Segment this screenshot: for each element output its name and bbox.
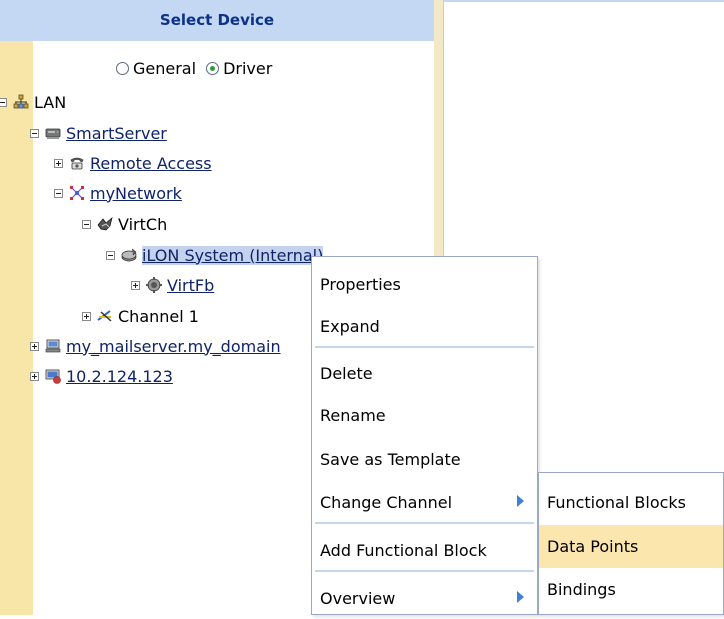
tree-node-smartserver: SmartServer bbox=[30, 121, 167, 145]
menu-item-label: Expand bbox=[320, 316, 380, 336]
menu-item-label: Properties bbox=[320, 274, 401, 294]
driver-radio[interactable] bbox=[206, 61, 220, 75]
collapse-icon[interactable] bbox=[30, 128, 39, 138]
menu-item-label: Delete bbox=[320, 363, 373, 383]
tree-node-ip-device: 10.2.124.123 bbox=[30, 364, 173, 388]
tree-node-mailserver: my_mailserver.my_domain bbox=[30, 334, 281, 358]
menu-item-label: Save as Template bbox=[320, 449, 461, 469]
submenu-item-data-points[interactable]: Data Points bbox=[539, 525, 723, 568]
tree-label-ip-device[interactable]: 10.2.124.123 bbox=[66, 367, 173, 386]
select-device-header: Select Device bbox=[0, 0, 434, 41]
tree-node-lan: LAN bbox=[0, 90, 66, 114]
expand-icon[interactable] bbox=[131, 280, 140, 290]
menu-item-rename[interactable]: Rename bbox=[312, 394, 537, 436]
tree-node-channel1: Channel 1 bbox=[82, 304, 199, 328]
computer-icon bbox=[45, 339, 61, 353]
menu-item-delete[interactable]: Delete bbox=[312, 352, 537, 394]
expand-icon[interactable] bbox=[30, 341, 39, 351]
functional-block-icon bbox=[146, 277, 162, 293]
tree-label-mynetwork[interactable]: myNetwork bbox=[90, 184, 182, 203]
menu-item-label: Add Functional Block bbox=[320, 540, 487, 560]
virtual-channel-icon bbox=[97, 217, 113, 231]
tree-label-mailserver[interactable]: my_mailserver.my_domain bbox=[66, 337, 281, 356]
menu-item-expand[interactable]: Expand bbox=[312, 305, 537, 347]
collapse-icon[interactable] bbox=[0, 97, 7, 107]
ip-device-icon bbox=[45, 369, 61, 384]
channel-icon bbox=[97, 310, 112, 322]
mode-selector: General Driver bbox=[116, 56, 282, 80]
general-radio[interactable] bbox=[116, 61, 129, 75]
menu-item-overview[interactable]: Overview bbox=[312, 577, 537, 619]
tree-node-virtch: VirtCh bbox=[82, 212, 167, 236]
general-radio-label[interactable]: General bbox=[133, 59, 196, 78]
driver-radio-label[interactable]: Driver bbox=[223, 59, 272, 78]
tree-node-remote-access: Remote Access bbox=[54, 151, 212, 175]
smartserver-icon bbox=[45, 128, 61, 139]
collapse-icon[interactable] bbox=[106, 250, 115, 260]
submenu-item-label: Data Points bbox=[547, 537, 639, 556]
tree-label-lan[interactable]: LAN bbox=[34, 93, 66, 112]
menu-separator bbox=[315, 522, 534, 524]
menu-item-change-channel[interactable]: Change Channel bbox=[312, 481, 537, 523]
submenu-item-bindings[interactable]: Bindings bbox=[539, 569, 723, 610]
menu-item-label: Change Channel bbox=[320, 492, 453, 512]
menu-item-add-functional-block[interactable]: Add Functional Block bbox=[312, 529, 537, 571]
menu-item-save-as-template[interactable]: Save as Template bbox=[312, 438, 537, 480]
submenu-arrow-icon bbox=[517, 495, 524, 507]
tree-label-virtch[interactable]: VirtCh bbox=[118, 215, 167, 234]
expand-icon[interactable] bbox=[30, 371, 39, 381]
right-pane-top-border bbox=[444, 0, 724, 2]
tree-label-virtfb[interactable]: VirtFb bbox=[167, 276, 214, 295]
tree-label-remote-access[interactable]: Remote Access bbox=[90, 154, 212, 173]
submenu-item-functional-blocks[interactable]: Functional Blocks bbox=[539, 481, 723, 524]
lan-network-icon bbox=[13, 94, 29, 109]
tree-node-ilon-system: iLON System (Internal) bbox=[106, 243, 324, 267]
expand-icon[interactable] bbox=[82, 311, 91, 321]
context-menu: Properties Expand Delete Rename Save as … bbox=[311, 256, 538, 615]
tree-label-smartserver[interactable]: SmartServer bbox=[66, 124, 167, 143]
submenu-item-label: Bindings bbox=[547, 580, 616, 599]
ilon-device-icon bbox=[121, 248, 137, 262]
collapse-icon[interactable] bbox=[82, 219, 91, 229]
menu-item-properties[interactable]: Properties bbox=[312, 263, 537, 305]
menu-item-label: Overview bbox=[320, 588, 396, 608]
expand-icon[interactable] bbox=[54, 158, 63, 168]
tree-label-ilon-system[interactable]: iLON System (Internal) bbox=[142, 245, 324, 265]
telephone-icon bbox=[70, 157, 84, 170]
tree-node-mynetwork: myNetwork bbox=[54, 181, 182, 205]
menu-separator bbox=[315, 570, 534, 572]
change-channel-submenu: Functional Blocks Data Points Bindings bbox=[538, 472, 724, 615]
submenu-item-label: Functional Blocks bbox=[547, 493, 686, 512]
submenu-arrow-icon bbox=[517, 591, 524, 603]
tree-node-virtfb: VirtFb bbox=[131, 273, 214, 297]
menu-item-label: Rename bbox=[320, 405, 386, 425]
menu-separator bbox=[315, 346, 534, 348]
tree-label-channel1[interactable]: Channel 1 bbox=[118, 307, 199, 326]
collapse-icon[interactable] bbox=[54, 188, 63, 198]
network-icon bbox=[70, 186, 84, 200]
